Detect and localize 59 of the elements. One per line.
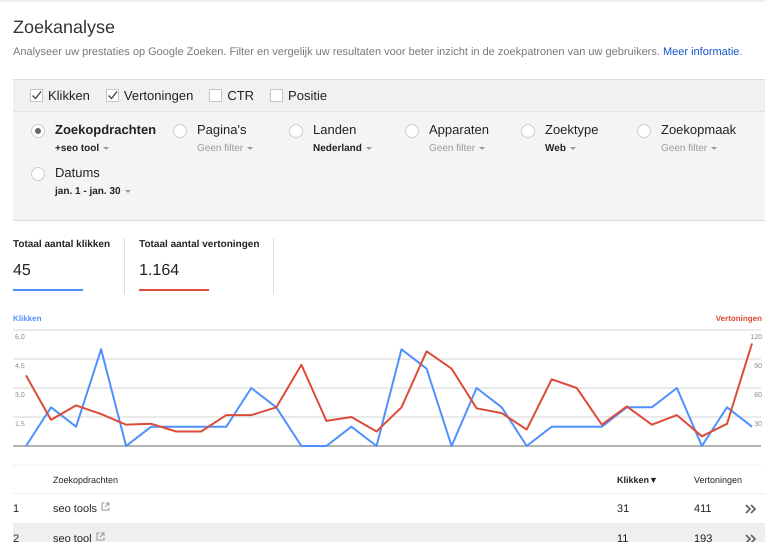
caret-icon bbox=[479, 147, 486, 150]
radio-button[interactable] bbox=[173, 124, 187, 138]
caret-icon bbox=[570, 147, 576, 150]
column-header[interactable]: Klikken▼ bbox=[617, 475, 694, 485]
total-value: 45 bbox=[13, 261, 32, 281]
total-value: 1.164 bbox=[139, 261, 180, 281]
dimension-label[interactable]: Apparaten bbox=[429, 122, 489, 138]
column-header[interactable]: Vertoningen bbox=[694, 475, 744, 485]
series-label: Klikken bbox=[13, 314, 42, 323]
column-header[interactable]: Zoekopdrachten bbox=[53, 475, 617, 485]
checkbox[interactable] bbox=[209, 89, 222, 102]
double-chevron-icon[interactable] bbox=[745, 504, 757, 514]
dimension-label[interactable]: Datums bbox=[55, 165, 131, 181]
dimension-label[interactable]: Zoekopmaak bbox=[661, 122, 736, 138]
caret-icon bbox=[124, 190, 131, 193]
caret-icon bbox=[711, 147, 718, 150]
radio-button[interactable] bbox=[31, 167, 45, 181]
checkbox-label: Vertoningen bbox=[124, 88, 194, 103]
checkbox[interactable] bbox=[270, 89, 284, 102]
caret-icon bbox=[103, 147, 110, 150]
table-cell-text: 193 bbox=[694, 532, 714, 542]
filter-dropdown[interactable]: +seo tool bbox=[55, 143, 156, 154]
filter-dropdown[interactable]: Nederland bbox=[313, 143, 372, 154]
double-chevron-icon[interactable] bbox=[745, 534, 757, 542]
radio-button[interactable] bbox=[289, 124, 303, 138]
table-cell-text: 411 bbox=[694, 502, 713, 514]
caret-icon bbox=[366, 147, 372, 150]
dimension-label[interactable]: Zoektype bbox=[545, 122, 598, 138]
radio-button[interactable] bbox=[405, 124, 419, 138]
radio-button[interactable] bbox=[521, 124, 535, 138]
table-cell-text: 31 bbox=[617, 502, 630, 514]
table-cell-text: 11 bbox=[617, 532, 630, 542]
series-label: Vertoningen bbox=[716, 314, 762, 323]
radio-button[interactable] bbox=[637, 124, 651, 138]
total-label: Totaal aantal klikken bbox=[13, 238, 110, 251]
more-info-link[interactable]: Meer informatie bbox=[662, 46, 740, 58]
checkbox-label: Positie bbox=[288, 88, 328, 103]
external-link-icon[interactable] bbox=[96, 532, 105, 540]
filter-dropdown[interactable]: jan. 1 - jan. 30 bbox=[55, 186, 131, 197]
total-label: Totaal aantal vertoningen bbox=[139, 238, 260, 251]
query-text[interactable]: seo tool bbox=[53, 532, 92, 542]
period-text: . bbox=[739, 46, 742, 58]
checkbox-label: Klikken bbox=[48, 88, 90, 103]
dimension-label[interactable]: Zoekopdrachten bbox=[55, 122, 156, 138]
radio-button[interactable] bbox=[31, 124, 45, 138]
row-number: 2 bbox=[13, 532, 20, 542]
filter-dropdown[interactable]: Web bbox=[545, 143, 598, 154]
table-row[interactable]: 2 seo tool 11 193 bbox=[13, 524, 765, 542]
checkbox[interactable] bbox=[30, 89, 43, 102]
row-number: 1 bbox=[13, 502, 20, 514]
page-title: Zoekanalyse bbox=[13, 16, 116, 38]
dimension-label[interactable]: Landen bbox=[313, 122, 372, 138]
query-text[interactable]: seo tools bbox=[53, 502, 98, 514]
checkbox-label: CTR bbox=[227, 88, 254, 103]
external-link-icon[interactable] bbox=[101, 502, 110, 510]
caret-icon bbox=[247, 147, 254, 150]
checkbox[interactable] bbox=[106, 89, 119, 102]
dimension-label[interactable]: Pagina's bbox=[197, 122, 254, 138]
page-description: Analyseer uw prestaties op Google Zoeken. Filter en vergelijk uw resultaten voor beter inzicht in de zoekpatronen van uw gebruikers. bbox=[13, 46, 660, 58]
